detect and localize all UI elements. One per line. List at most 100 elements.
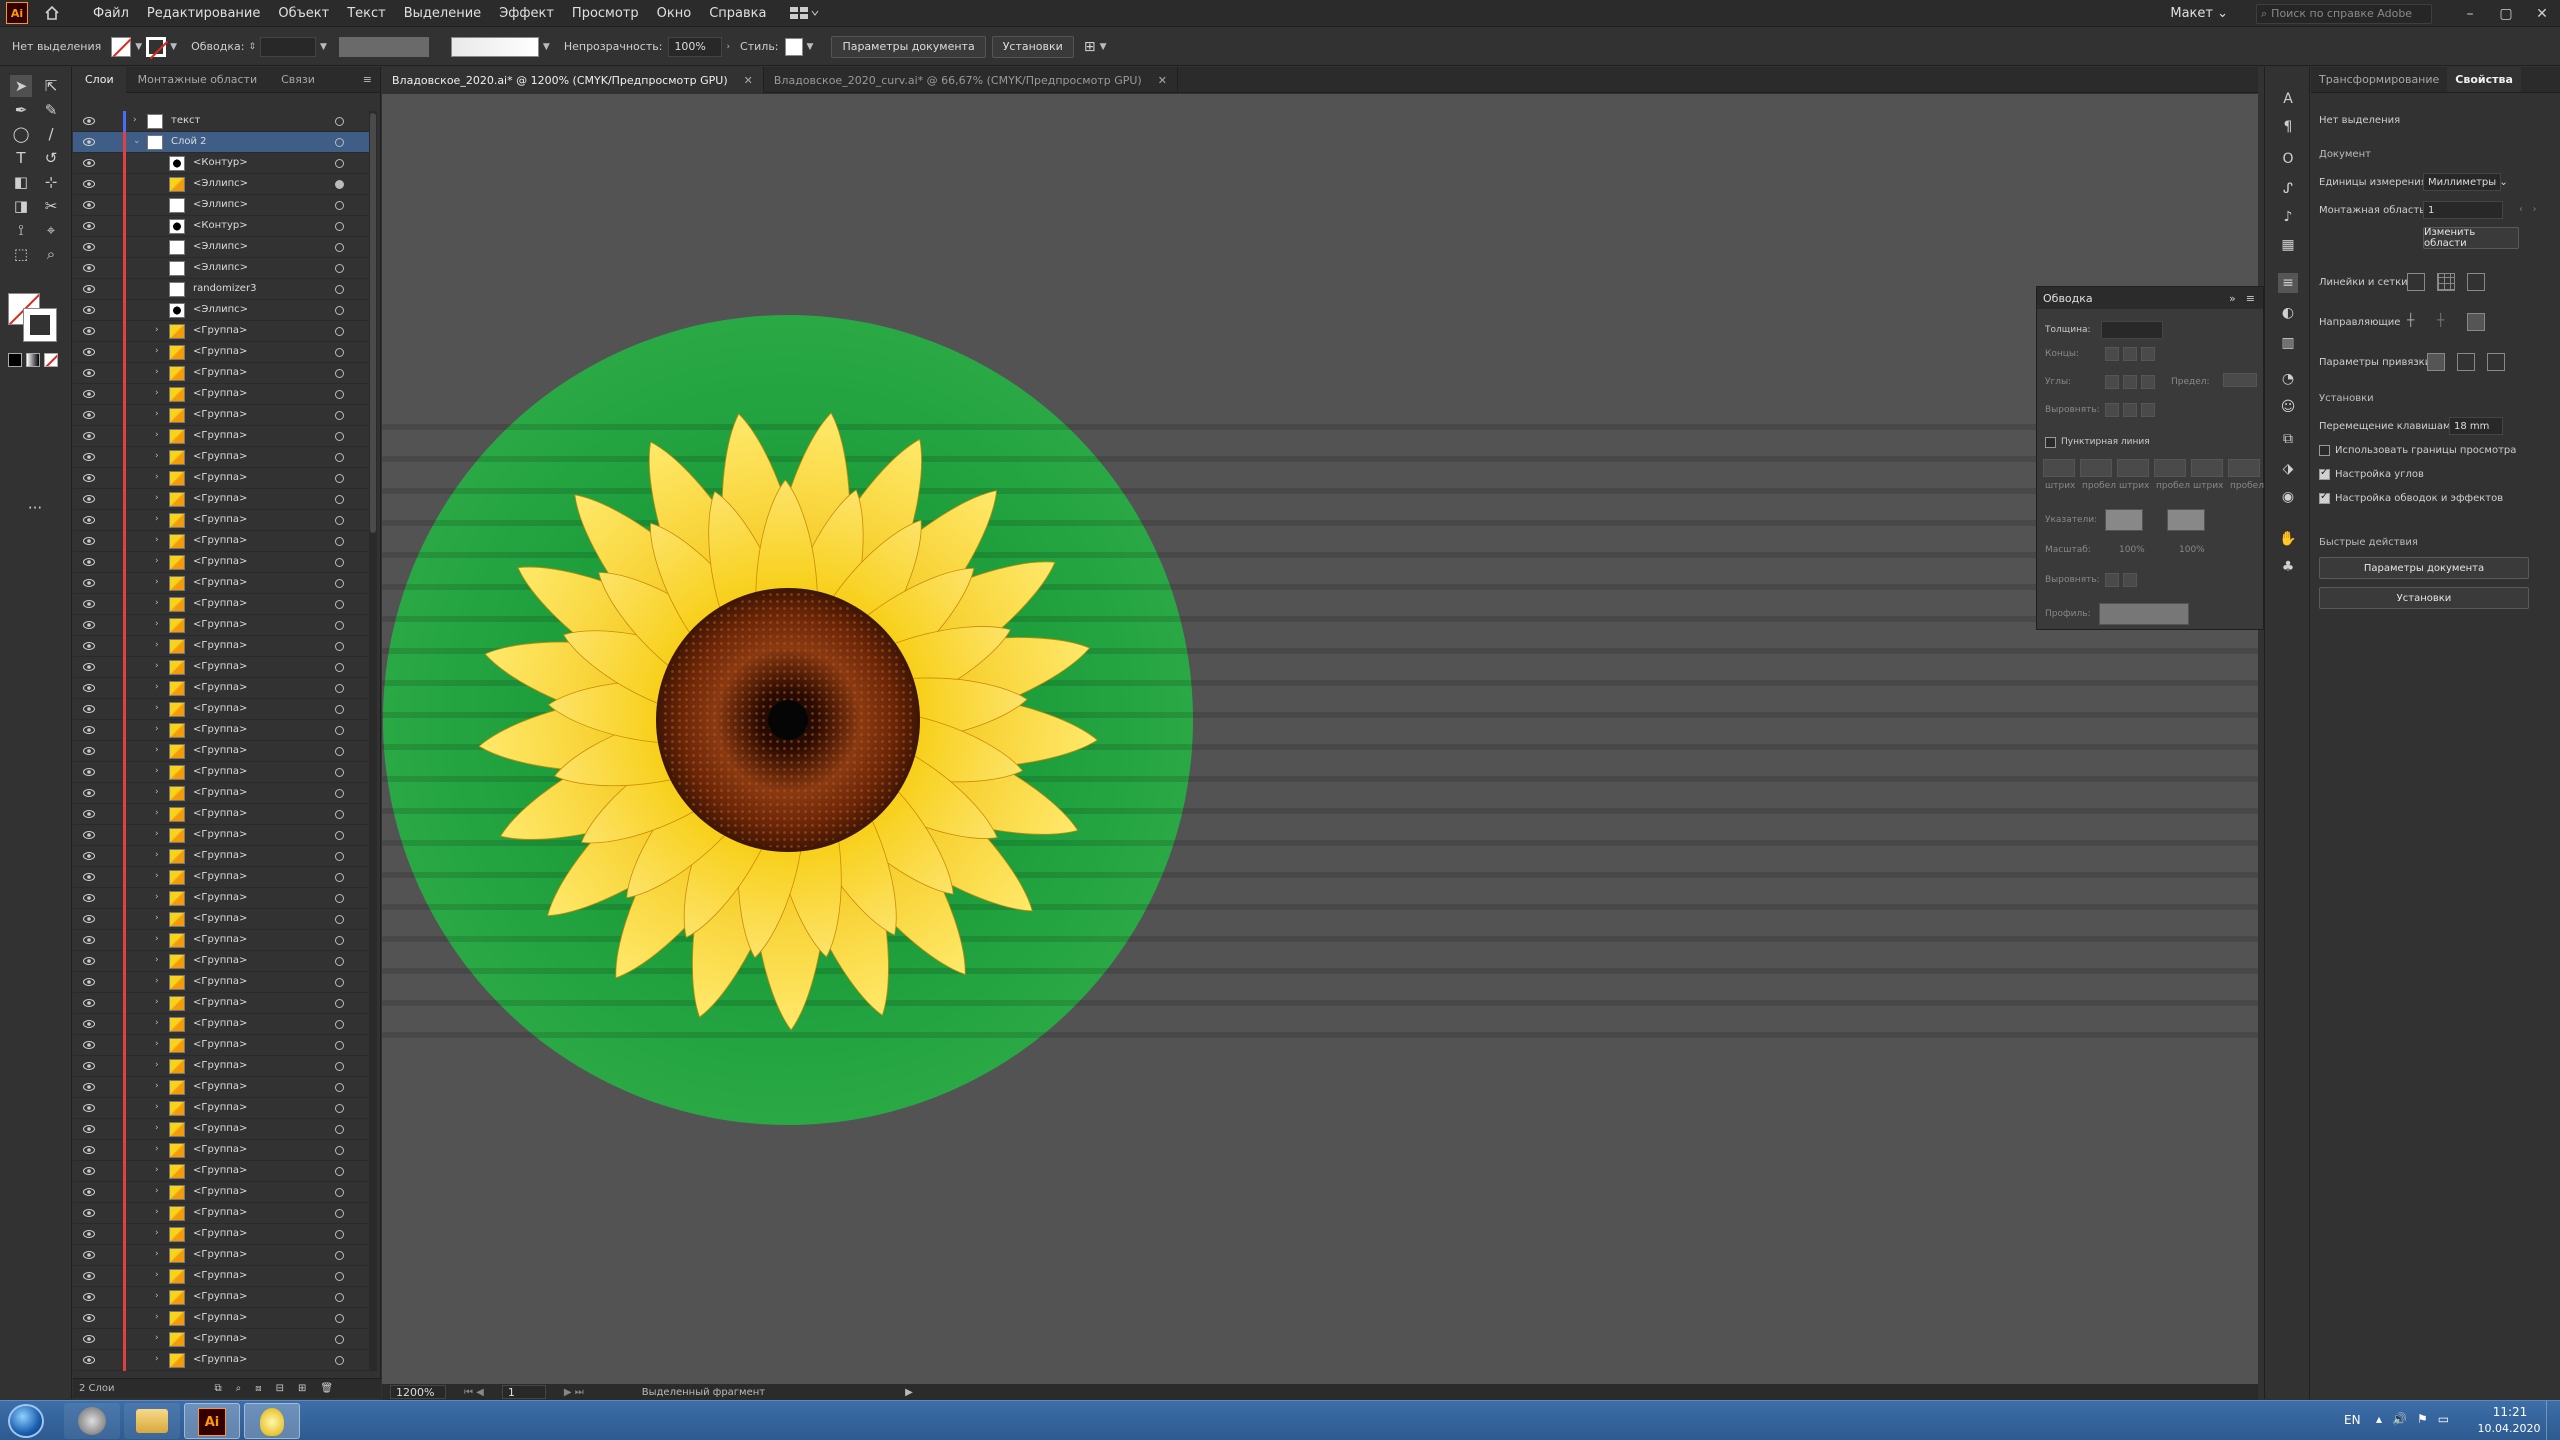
artboard-nav-arrows[interactable]: ⏮ ◀ <box>464 1387 484 1398</box>
target-icon[interactable] <box>335 369 344 378</box>
dashed-line-checkbox[interactable] <box>2045 437 2056 448</box>
chevron-right-icon[interactable]: › <box>155 1165 159 1175</box>
layer-row[interactable]: › <Группа> <box>73 1203 369 1224</box>
eye-icon[interactable] <box>83 536 95 546</box>
scale-tool-icon[interactable]: ⊹ <box>40 171 62 193</box>
guides-icon[interactable]: ┼ <box>2407 313 2425 331</box>
target-icon[interactable] <box>335 1062 344 1071</box>
layer-row[interactable]: › <Группа> <box>73 678 369 699</box>
layer-row[interactable]: › <Группа> <box>73 531 369 552</box>
chevron-right-icon[interactable]: › <box>155 850 159 860</box>
appearance-icon[interactable]: ◔ <box>2278 369 2298 389</box>
layer-row[interactable]: randomizer3 <box>73 279 369 300</box>
eye-icon[interactable] <box>83 137 95 147</box>
menu-item-1[interactable]: Редактирование <box>138 6 269 21</box>
eye-icon[interactable] <box>83 263 95 273</box>
chevron-right-icon[interactable]: › <box>155 1144 159 1154</box>
chevron-right-icon[interactable]: › <box>133 115 137 125</box>
keyboard-increment-field[interactable]: 18 mm <box>2449 417 2503 435</box>
edit-artboards-button[interactable]: Изменить области <box>2423 227 2519 249</box>
eye-icon[interactable] <box>83 1208 95 1218</box>
target-icon[interactable] <box>335 1314 344 1323</box>
menu-item-3[interactable]: Текст <box>338 6 395 21</box>
direct-selection-tool-icon[interactable]: ⇱ <box>40 75 62 97</box>
eye-icon[interactable] <box>83 305 95 315</box>
units-select[interactable]: Миллиметры ⌄ <box>2423 173 2508 191</box>
target-icon[interactable] <box>335 180 344 189</box>
layer-row[interactable]: › <Группа> <box>73 1245 369 1266</box>
eye-icon[interactable] <box>83 1271 95 1281</box>
character-icon[interactable]: A <box>2278 89 2298 109</box>
target-icon[interactable] <box>335 663 344 672</box>
target-icon[interactable] <box>335 1167 344 1176</box>
menu-item-5[interactable]: Эффект <box>490 6 563 21</box>
layer-row[interactable]: › <Группа> <box>73 1329 369 1350</box>
layer-row[interactable]: ⌄ Слой 2 <box>73 132 369 153</box>
target-icon[interactable] <box>335 474 344 483</box>
chevron-right-icon[interactable]: › <box>155 976 159 986</box>
target-icon[interactable] <box>335 306 344 315</box>
chevron-right-icon[interactable]: › <box>155 703 159 713</box>
color-mode-icons[interactable] <box>8 353 64 369</box>
eye-icon[interactable] <box>83 1145 95 1155</box>
eye-icon[interactable] <box>83 494 95 504</box>
eye-icon[interactable] <box>83 515 95 525</box>
fill-chevron-down-icon[interactable]: ▼ <box>135 42 142 52</box>
eye-icon[interactable] <box>83 116 95 126</box>
eye-icon[interactable] <box>83 1061 95 1071</box>
eye-icon[interactable] <box>83 1313 95 1323</box>
stroke-weight-field[interactable] <box>260 36 316 57</box>
eye-icon[interactable] <box>83 1124 95 1134</box>
eye-icon[interactable] <box>83 578 95 588</box>
target-icon[interactable] <box>335 1020 344 1029</box>
layer-row[interactable]: › <Группа> <box>73 867 369 888</box>
eye-icon[interactable] <box>83 977 95 987</box>
target-icon[interactable] <box>335 999 344 1008</box>
chevron-right-icon[interactable]: › <box>155 955 159 965</box>
workspace-dropdown[interactable]: Макет ⌄ <box>2170 6 2228 21</box>
layer-row[interactable]: › <Группа> <box>73 909 369 930</box>
layer-row[interactable]: › <Группа> <box>73 846 369 867</box>
target-icon[interactable] <box>335 243 344 252</box>
target-icon[interactable] <box>335 558 344 567</box>
lock-guides-icon[interactable]: ┼ <box>2437 313 2455 331</box>
target-icon[interactable] <box>335 1230 344 1239</box>
dash-field[interactable] <box>2154 459 2186 477</box>
glyphs-icon[interactable]: ᔑ <box>2278 179 2298 199</box>
eyedropper-tool-icon[interactable]: ⌖ <box>40 219 62 241</box>
eye-icon[interactable] <box>83 620 95 630</box>
target-icon[interactable] <box>335 222 344 231</box>
chevron-right-icon[interactable]: › <box>155 1270 159 1280</box>
document-tab-0[interactable]: Владовское_2020.ai* @ 1200% (CMYK/Предпр… <box>382 67 764 93</box>
chevron-right-icon[interactable]: › <box>155 1312 159 1322</box>
target-icon[interactable] <box>335 285 344 294</box>
layer-row[interactable]: › <Группа> <box>73 636 369 657</box>
snap-glyph-icon[interactable] <box>2487 353 2505 371</box>
target-icon[interactable] <box>335 789 344 798</box>
scale-corners-checkbox[interactable] <box>2319 467 2330 480</box>
eye-icon[interactable] <box>83 872 95 882</box>
minimize-button[interactable]: – <box>2452 6 2488 22</box>
stroke-swatch[interactable] <box>146 36 167 57</box>
chevron-right-icon[interactable]: › <box>155 1102 159 1112</box>
target-icon[interactable] <box>335 201 344 210</box>
chevron-right-icon[interactable]: › <box>155 1291 159 1301</box>
target-icon[interactable] <box>335 747 344 756</box>
layer-row[interactable]: › <Группа> <box>73 1182 369 1203</box>
target-icon[interactable] <box>335 726 344 735</box>
eye-icon[interactable] <box>83 914 95 924</box>
layers-tab-0[interactable]: Слои <box>73 66 126 93</box>
layer-row[interactable]: › <Группа> <box>73 1350 369 1371</box>
layer-row[interactable]: › <Группа> <box>73 1161 369 1182</box>
type-tool-icon[interactable]: T <box>10 147 32 169</box>
eye-icon[interactable] <box>83 935 95 945</box>
stroke-icon[interactable]: ≡ <box>2278 273 2298 293</box>
target-icon[interactable] <box>335 768 344 777</box>
target-icon[interactable] <box>335 537 344 546</box>
layer-row[interactable]: › текст <box>73 111 369 132</box>
chevron-right-icon[interactable]: › <box>155 913 159 923</box>
chevron-right-icon[interactable]: › <box>155 808 159 818</box>
target-icon[interactable] <box>335 1251 344 1260</box>
eye-icon[interactable] <box>83 200 95 210</box>
chevron-right-icon[interactable]: › <box>155 598 159 608</box>
